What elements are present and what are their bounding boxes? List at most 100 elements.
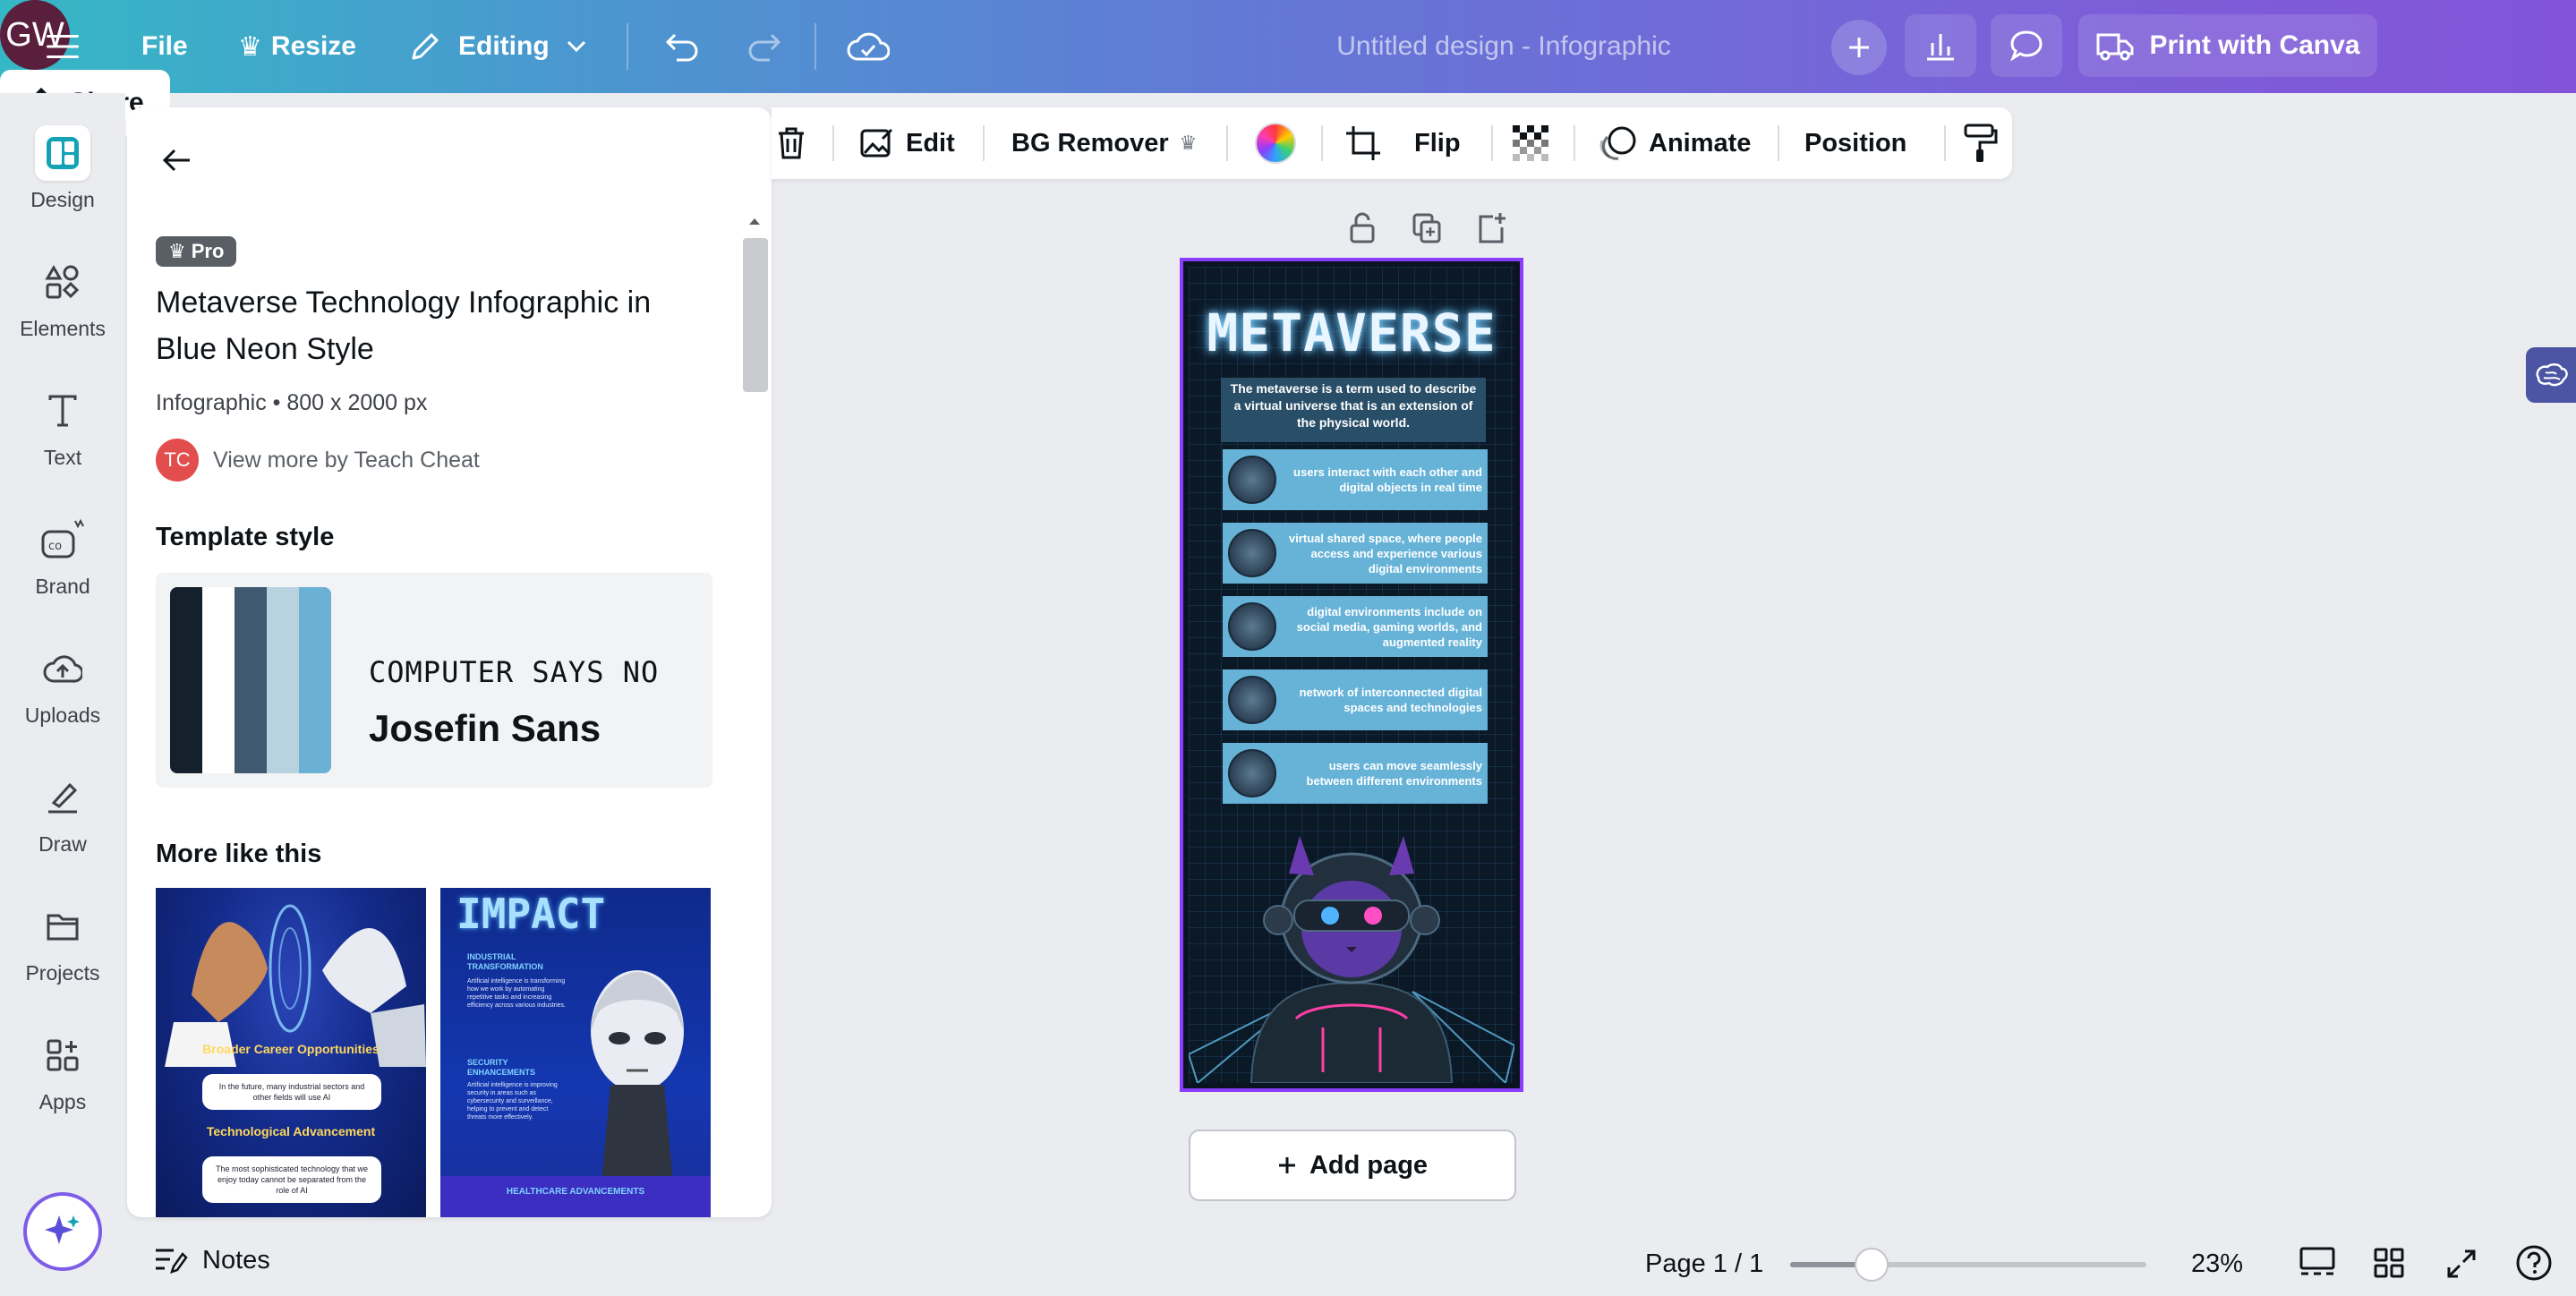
rail-item-elements[interactable]: Elements [0, 254, 125, 341]
rail-item-apps[interactable]: Apps [0, 1027, 125, 1114]
template-style-card[interactable]: COMPUTER SAYS NO Josefin Sans [156, 573, 712, 788]
add-collaborator-button[interactable] [1831, 20, 1887, 75]
palette-swatch [299, 587, 331, 773]
divider [627, 23, 628, 70]
animate-button[interactable]: Animate [1599, 107, 1751, 179]
position-label: Position [1804, 128, 1907, 158]
resize-button[interactable]: ♛ Resize [238, 0, 356, 93]
network-icon [1228, 676, 1276, 724]
transparency-button[interactable] [1513, 107, 1548, 179]
brand-icon: co [35, 512, 90, 567]
palette-swatch [202, 587, 235, 773]
palette-swatch [170, 587, 202, 773]
help-icon[interactable] [2515, 1244, 2553, 1286]
trash-icon [779, 127, 804, 159]
crop-button[interactable] [1344, 107, 1382, 179]
zoom-level[interactable]: 23% [2191, 1249, 2243, 1279]
divider [983, 125, 985, 161]
page-view-icon[interactable] [2299, 1246, 2336, 1283]
comments-button[interactable] [1991, 14, 2062, 77]
delete-button[interactable] [775, 107, 807, 179]
add-page-button[interactable]: Add page [1189, 1130, 1516, 1201]
plus-icon [1849, 38, 1869, 57]
thumb-text: Artificial intelligence is improving sec… [467, 1082, 558, 1121]
duplicate-page-icon[interactable] [1411, 211, 1445, 245]
crown-icon: ♛ [238, 31, 262, 62]
author-link[interactable]: TC View more by Teach Cheat [156, 439, 480, 482]
cloud-saved-icon[interactable] [843, 21, 893, 72]
rail-item-draw[interactable]: Draw [0, 770, 125, 857]
truck-icon [2096, 33, 2134, 61]
author-link-label: View more by Teach Cheat [213, 447, 480, 473]
thumb-text: The most sophisticated technology that w… [202, 1156, 381, 1203]
row-text: users can move seamlessly between differ… [1306, 759, 1482, 788]
insights-button[interactable] [1905, 14, 1976, 77]
infographic-row[interactable]: network of interconnected digital spaces… [1223, 669, 1488, 730]
print-with-canva-button[interactable]: Print with Canva [2078, 14, 2377, 77]
undo-icon[interactable] [659, 23, 705, 70]
color-wheel-icon [1255, 123, 1296, 164]
notes-label: Notes [202, 1246, 270, 1275]
infographic-title[interactable]: METAVERSE [1189, 303, 1514, 363]
panel-scroll-thumb[interactable] [743, 238, 768, 392]
thumb-text: In the future, many industrial sectors a… [202, 1074, 381, 1110]
infographic-row[interactable]: users can move seamlessly between differ… [1223, 743, 1488, 804]
back-arrow-icon[interactable] [154, 138, 199, 183]
bg-remover-button[interactable]: BG Remover ♛ [1011, 107, 1197, 179]
divider [1944, 125, 1946, 161]
elements-icon [35, 254, 90, 310]
notes-button[interactable]: Notes [152, 1246, 270, 1275]
rail-item-text[interactable]: Text [0, 383, 125, 470]
infographic-intro[interactable]: The metaverse is a term used to describe… [1221, 378, 1486, 442]
infographic-canvas[interactable]: METAVERSE The metaverse is a term used t… [1189, 267, 1514, 1083]
bg-remover-label: BG Remover [1011, 128, 1169, 158]
rail-item-uploads[interactable]: Uploads [0, 641, 125, 728]
rail-item-brand[interactable]: co Brand [0, 512, 125, 599]
comment-icon [2010, 30, 2043, 62]
text-icon [35, 383, 90, 439]
thumb-footer: HEALTHCARE ADVANCEMENTS [506, 1187, 645, 1197]
resize-label: Resize [270, 31, 356, 61]
file-menu[interactable]: File [141, 0, 188, 93]
infographic-row[interactable]: users interact with each other and digit… [1223, 449, 1488, 510]
pro-badge: ♛ Pro [156, 236, 237, 267]
hands-illustration [165, 904, 426, 1067]
template-style-heading: Template style [156, 523, 335, 551]
color-button[interactable] [1255, 107, 1296, 179]
document-title[interactable]: Untitled design - Infographic [1280, 0, 1727, 93]
editing-mode-dropdown[interactable]: Editing [408, 0, 587, 93]
page-indicator[interactable]: Page 1 / 1 [1645, 1249, 1763, 1279]
redo-icon[interactable] [741, 23, 788, 70]
rail-label: Text [43, 446, 82, 469]
animate-icon [1599, 126, 1636, 160]
grid-view-icon[interactable] [2374, 1248, 2404, 1283]
fullscreen-icon[interactable] [2445, 1248, 2478, 1284]
notes-icon [156, 1249, 188, 1274]
zoom-slider-handle[interactable] [1855, 1248, 1889, 1282]
paint-roller-icon [1964, 124, 1998, 162]
editing-label: Editing [458, 31, 550, 61]
edit-image-button[interactable]: Edit [859, 107, 955, 179]
add-page-icon[interactable] [1475, 211, 1509, 245]
infographic-row[interactable]: digital environments include on social m… [1223, 596, 1488, 657]
template-meta: Infographic • 800 x 2000 px [156, 390, 428, 415]
body-font-sample: Josefin Sans [369, 707, 601, 749]
globe-icon [1228, 456, 1276, 504]
rail-item-design[interactable]: Design [0, 125, 125, 212]
portal-icon [1228, 749, 1276, 797]
astronaut-cat-illustration[interactable] [1189, 804, 1514, 1083]
side-helper-tab[interactable] [2526, 347, 2576, 403]
position-button[interactable]: Position [1804, 107, 1906, 179]
rail-item-projects[interactable]: Projects [0, 899, 125, 985]
rail-label: Elements [20, 317, 106, 340]
design-page[interactable]: METAVERSE The metaverse is a term used t… [1180, 258, 1523, 1092]
menu-icon[interactable] [41, 25, 84, 68]
template-thumbnail[interactable]: Broader Career Opportunities In the futu… [156, 888, 426, 1217]
flip-button[interactable]: Flip [1414, 107, 1461, 179]
copy-style-button[interactable] [1962, 107, 1998, 179]
infographic-row[interactable]: virtual shared space, where people acces… [1223, 523, 1488, 584]
template-thumbnail[interactable]: IMPACT INDUSTRIAL TRANSFORMATION Artific… [440, 888, 711, 1217]
divider [1226, 125, 1228, 161]
magic-assistant-button[interactable] [23, 1192, 102, 1271]
lock-icon[interactable] [1346, 211, 1380, 245]
